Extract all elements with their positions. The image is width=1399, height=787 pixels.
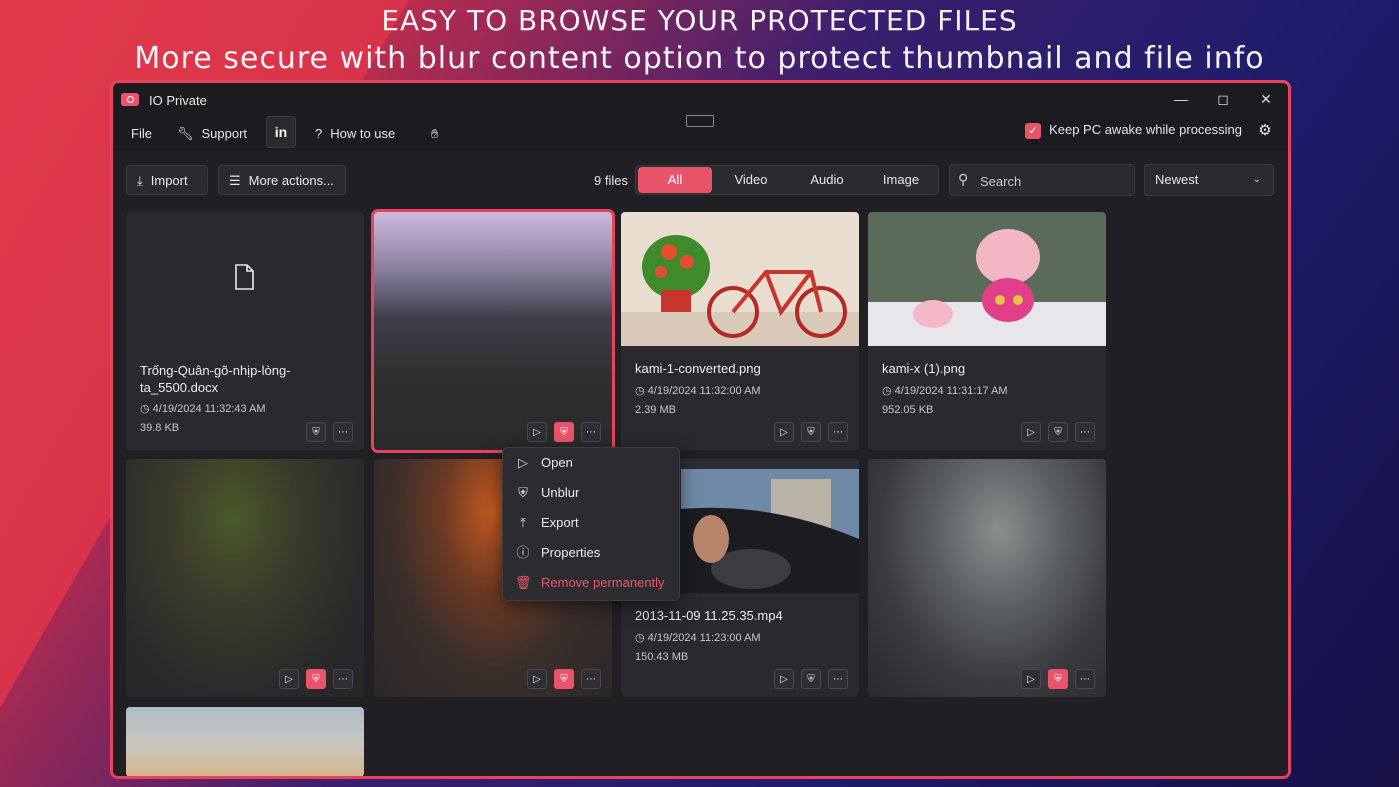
file-card[interactable]: Trống-Quân-gõ-nhịp-lòng-ta_5500.docx ◷ 4…: [126, 212, 364, 450]
window-title: IO Private: [149, 93, 207, 108]
question-icon: ?: [315, 126, 323, 141]
more-options-button[interactable]: ⋯: [1075, 422, 1095, 442]
open-button[interactable]: ▷: [279, 669, 299, 689]
trash-icon: 🗑︎: [515, 575, 532, 590]
search-box[interactable]: ⚲: [949, 164, 1135, 196]
open-button[interactable]: ▷: [774, 669, 794, 689]
shield-icon: ⛨: [518, 485, 528, 500]
title-bar: IO Private — ◻ ✕: [113, 83, 1288, 119]
search-icon: ⚲: [958, 171, 969, 187]
app-logo-icon: [121, 93, 139, 106]
blur-toggle-button[interactable]: ⛨: [1048, 669, 1068, 689]
upload-icon: ⤒: [520, 515, 526, 530]
download-icon: ⤓: [137, 173, 143, 188]
keyboard-icon[interactable]: [686, 115, 714, 127]
menu-item-properties[interactable]: ⓘ Properties: [515, 542, 600, 564]
menu-how-to-use[interactable]: ? How to use: [315, 121, 395, 147]
more-options-button[interactable]: ⋯: [828, 422, 848, 442]
list-icon: ☰: [229, 173, 241, 188]
checkbox-icon[interactable]: ✓: [1025, 122, 1042, 139]
more-options-button[interactable]: ⋯: [581, 422, 601, 442]
file-card-selected[interactable]: ▷ ⛨ ⋯: [371, 209, 615, 453]
image-thumbnail: [868, 212, 1106, 346]
file-date: ◷ 4/19/2024 11:23:00 AM: [635, 632, 761, 644]
blurred-thumbnail: [126, 459, 364, 697]
chevron-down-icon: ⌄: [1252, 174, 1261, 185]
file-card[interactable]: [126, 707, 364, 776]
menu-item-open[interactable]: ▷ Open: [515, 452, 573, 474]
search-input[interactable]: [978, 171, 1132, 191]
tab-audio[interactable]: Audio: [790, 167, 864, 193]
tab-video[interactable]: Video: [714, 167, 788, 193]
file-name: kami-x (1).png: [882, 361, 966, 376]
play-icon: ▷: [518, 455, 528, 470]
blur-toggle-button[interactable]: ⛨: [554, 422, 574, 442]
blurred-thumbnail: [868, 459, 1106, 697]
app-window: IO Private — ◻ ✕ File 🔧︎ Support ? How to …: [110, 80, 1291, 779]
more-actions-button[interactable]: ☰ More actions...: [218, 165, 346, 195]
open-button[interactable]: ▷: [1021, 669, 1041, 689]
minimize-icon[interactable]: —: [1166, 89, 1196, 109]
file-size: 150.43 MB: [635, 651, 689, 663]
menu-support[interactable]: 🔧︎ Support: [177, 121, 247, 147]
blur-toggle-button[interactable]: ⛨: [801, 669, 821, 689]
file-card[interactable]: ▷ ⛨ ⋯: [126, 459, 364, 697]
filter-tabs: All Video Audio Image: [635, 165, 939, 195]
file-size: 2.39 MB: [635, 404, 676, 416]
context-menu: ▷ Open ⛨ Unblur ⤒ Export ⓘ Properties 🗑︎ Remo…: [502, 447, 680, 601]
wrench-icon: 🔧︎: [177, 126, 194, 141]
info-icon: ⓘ: [516, 545, 530, 560]
blur-toggle-button[interactable]: ⛨: [306, 422, 326, 442]
promo-headline: EASY TO BROWSE YOUR PROTECTED FILES: [381, 4, 1018, 37]
open-button[interactable]: ▷: [527, 422, 547, 442]
close-icon[interactable]: ✕: [1251, 89, 1281, 109]
file-name: kami-1-converted.png: [635, 361, 761, 376]
file-size: 39.8 KB: [140, 422, 180, 434]
blur-toggle-button[interactable]: ⛨: [554, 669, 574, 689]
more-options-button[interactable]: ⋯: [581, 669, 601, 689]
blur-toggle-button[interactable]: ⛨: [801, 422, 821, 442]
tab-image[interactable]: Image: [864, 167, 938, 193]
tab-all[interactable]: All: [638, 167, 712, 193]
file-card[interactable]: kami-1-converted.png ◷ 4/19/2024 11:32:0…: [621, 212, 859, 450]
maximize-icon[interactable]: ◻: [1208, 89, 1238, 109]
keep-awake-toggle[interactable]: ✓ Keep PC awake while processing: [1025, 121, 1242, 139]
file-date: ◷ 4/19/2024 11:32:43 AM: [140, 403, 266, 415]
promo-banner: EASY TO BROWSE YOUR PROTECTED FILES More…: [0, 2, 1399, 78]
import-button[interactable]: ⤓ Import: [126, 165, 208, 195]
more-options-button[interactable]: ⋯: [333, 422, 353, 442]
promo-subheadline: More secure with blur content option to …: [134, 41, 1265, 76]
menu-item-export[interactable]: ⤒ Export: [515, 512, 578, 534]
file-card[interactable]: kami-x (1).png ◷ 4/19/2024 11:31:17 AM 9…: [868, 212, 1106, 450]
feedback-icon[interactable]: ✋︎: [431, 121, 438, 147]
image-thumbnail: [621, 212, 859, 346]
file-name: Trống-Quân-gõ-nhịp-lòng-ta_5500.docx: [140, 363, 291, 395]
more-options-button[interactable]: ⋯: [1075, 669, 1095, 689]
open-button[interactable]: ▷: [1021, 422, 1041, 442]
menu-file[interactable]: File: [131, 121, 152, 147]
blurred-thumbnail: [374, 212, 612, 450]
blur-toggle-button[interactable]: ⛨: [1048, 422, 1068, 442]
file-count: 9 files: [594, 173, 628, 188]
open-button[interactable]: ▷: [774, 422, 794, 442]
file-date: ◷ 4/19/2024 11:32:00 AM: [635, 385, 761, 397]
account-settings-icon[interactable]: ⚙︎: [1256, 121, 1274, 139]
more-options-button[interactable]: ⋯: [828, 669, 848, 689]
image-thumbnail: [126, 707, 364, 776]
file-name: 2013-11-09 11.25.35.mp4: [635, 608, 783, 623]
file-date: ◷ 4/19/2024 11:31:17 AM: [882, 385, 1008, 397]
document-icon: [235, 264, 254, 290]
sort-dropdown[interactable]: Newest ⌄: [1144, 164, 1274, 196]
file-card[interactable]: ▷ ⛨ ⋯: [868, 459, 1106, 697]
menu-item-unblur[interactable]: ⛨ Unblur: [515, 482, 579, 504]
menu-item-remove[interactable]: 🗑︎ Remove permanently: [515, 572, 665, 594]
linkedin-button[interactable]: in: [266, 116, 296, 148]
more-options-button[interactable]: ⋯: [333, 669, 353, 689]
file-size: 952.05 KB: [882, 404, 934, 416]
blur-toggle-button[interactable]: ⛨: [306, 669, 326, 689]
open-button[interactable]: ▷: [527, 669, 547, 689]
